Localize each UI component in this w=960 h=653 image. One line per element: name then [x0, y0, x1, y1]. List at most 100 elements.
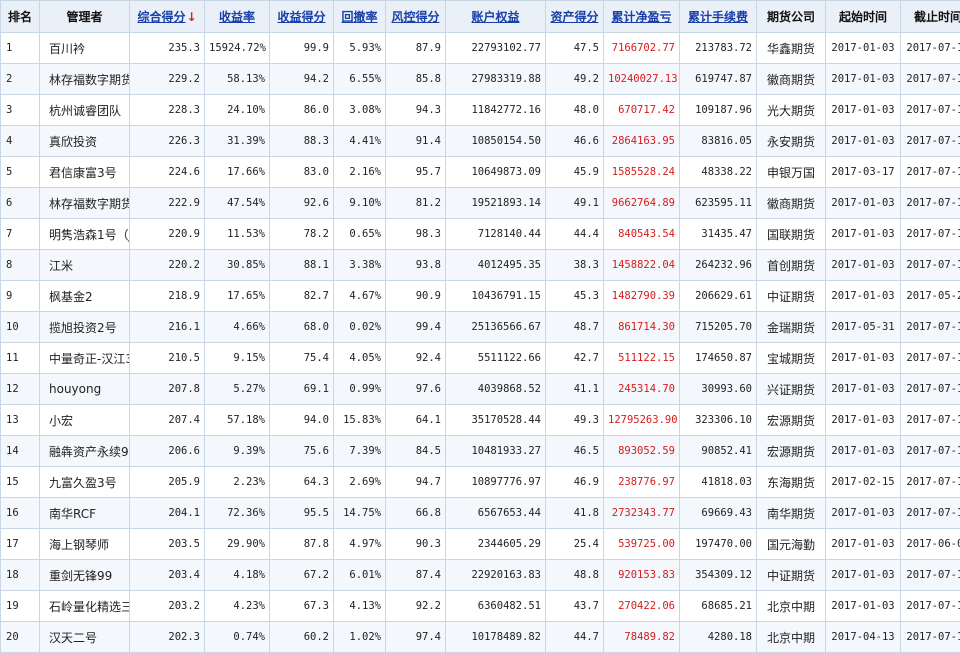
table-row[interactable]: 20汉天二号202.30.74%60.21.02%97.410178489.82… [1, 622, 960, 653]
table-row[interactable]: 9枫基金2218.917.65%82.74.67%90.910436791.15… [1, 281, 960, 312]
cell-composite-score: 204.1 [130, 498, 205, 529]
cell-return-rate: 72.36% [205, 498, 270, 529]
cell-manager: 小宏 [40, 405, 130, 436]
cell-fees: 68685.21 [680, 591, 757, 622]
table-row[interactable]: 8江米220.230.85%88.13.38%93.84012495.3538.… [1, 250, 960, 281]
cell-return-rate: 0.74% [205, 622, 270, 653]
cell-end-date: 2017-07-18 [901, 467, 960, 498]
cell-asset-score: 48.0 [546, 95, 604, 126]
cell-start-date: 2017-01-03 [826, 436, 901, 467]
cell-fees: 41818.03 [680, 467, 757, 498]
table-row[interactable]: 7明隽浩森1号（J220.911.53%78.20.65%98.37128140… [1, 219, 960, 250]
cell-futures-company: 北京中期 [757, 622, 826, 653]
table-row[interactable]: 3杭州诚睿团队228.324.10%86.03.08%94.311842772.… [1, 95, 960, 126]
table-row[interactable]: 13小宏207.457.18%94.015.83%64.135170528.44… [1, 405, 960, 436]
header-fees[interactable]: 累计手续费 [680, 1, 757, 33]
cell-drawdown: 5.93% [334, 33, 386, 64]
table-row[interactable]: 6林存福数字期货222.947.54%92.69.10%81.219521893… [1, 188, 960, 219]
cell-manager: 百川衿 [40, 33, 130, 64]
table-row[interactable]: 15九富久盈3号205.92.23%64.32.69%94.710897776.… [1, 467, 960, 498]
cell-composite-score: 206.6 [130, 436, 205, 467]
cell-net-profit: 920153.83 [604, 560, 680, 591]
cell-end-date: 2017-07-18 [901, 188, 960, 219]
cell-return-score: 92.6 [270, 188, 334, 219]
cell-net-profit: 1458822.04 [604, 250, 680, 281]
table-row[interactable]: 16南华RCF204.172.36%95.514.75%66.86567653.… [1, 498, 960, 529]
table-row[interactable]: 17海上钢琴师203.529.90%87.84.97%90.32344605.2… [1, 529, 960, 560]
cell-manager: 揽旭投资2号 [40, 312, 130, 343]
cell-fees: 109187.96 [680, 95, 757, 126]
cell-drawdown: 4.13% [334, 591, 386, 622]
cell-composite-score: 202.3 [130, 622, 205, 653]
cell-asset-score: 49.2 [546, 64, 604, 95]
cell-rank: 4 [1, 126, 40, 157]
cell-net-profit: 10240027.13 [604, 64, 680, 95]
cell-risk-score: 97.4 [386, 622, 446, 653]
cell-futures-company: 宏源期货 [757, 436, 826, 467]
cell-drawdown: 3.08% [334, 95, 386, 126]
header-composite-score[interactable]: 综合得分↓ [130, 1, 205, 33]
cell-start-date: 2017-01-03 [826, 405, 901, 436]
header-asset-score[interactable]: 资产得分 [546, 1, 604, 33]
cell-start-date: 2017-01-03 [826, 343, 901, 374]
table-row[interactable]: 19石岭量化精选三203.24.23%67.34.13%92.26360482.… [1, 591, 960, 622]
cell-start-date: 2017-04-13 [826, 622, 901, 653]
cell-rank: 6 [1, 188, 40, 219]
cell-start-date: 2017-05-31 [826, 312, 901, 343]
cell-end-date: 2017-07-18 [901, 126, 960, 157]
cell-start-date: 2017-01-03 [826, 188, 901, 219]
cell-end-date: 2017-06-09 [901, 529, 960, 560]
cell-return-rate: 17.66% [205, 157, 270, 188]
cell-fees: 31435.47 [680, 219, 757, 250]
header-risk-score[interactable]: 风控得分 [386, 1, 446, 33]
table-row[interactable]: 4真欣投资226.331.39%88.34.41%91.410850154.50… [1, 126, 960, 157]
cell-asset-score: 44.7 [546, 622, 604, 653]
cell-start-date: 2017-03-17 [826, 157, 901, 188]
cell-futures-company: 宝城期货 [757, 343, 826, 374]
table-row[interactable]: 12houyong207.85.27%69.10.99%97.64039868.… [1, 374, 960, 405]
header-equity[interactable]: 账户权益 [446, 1, 546, 33]
cell-drawdown: 7.39% [334, 436, 386, 467]
cell-return-score: 69.1 [270, 374, 334, 405]
table-row[interactable]: 18重剑无锋99203.44.18%67.26.01%87.422920163.… [1, 560, 960, 591]
cell-futures-company: 北京中期 [757, 591, 826, 622]
cell-return-score: 82.7 [270, 281, 334, 312]
cell-manager: 江米 [40, 250, 130, 281]
cell-composite-score: 203.4 [130, 560, 205, 591]
cell-net-profit: 840543.54 [604, 219, 680, 250]
header-drawdown[interactable]: 回撤率 [334, 1, 386, 33]
cell-start-date: 2017-02-15 [826, 467, 901, 498]
cell-drawdown: 15.83% [334, 405, 386, 436]
table-row[interactable]: 5君信康富3号224.617.66%83.02.16%95.710649873.… [1, 157, 960, 188]
table-row[interactable]: 14融犇资产永续99206.69.39%75.67.39%84.51048193… [1, 436, 960, 467]
cell-drawdown: 6.01% [334, 560, 386, 591]
header-return-score[interactable]: 收益得分 [270, 1, 334, 33]
cell-fees: 323306.10 [680, 405, 757, 436]
cell-risk-score: 99.4 [386, 312, 446, 343]
cell-fees: 4280.18 [680, 622, 757, 653]
cell-return-score: 60.2 [270, 622, 334, 653]
cell-start-date: 2017-01-03 [826, 529, 901, 560]
cell-drawdown: 1.02% [334, 622, 386, 653]
table-row[interactable]: 2林存福数字期货229.258.13%94.26.55%85.827983319… [1, 64, 960, 95]
cell-risk-score: 95.7 [386, 157, 446, 188]
table-row[interactable]: 10揽旭投资2号216.14.66%68.00.02%99.425136566.… [1, 312, 960, 343]
cell-return-rate: 57.18% [205, 405, 270, 436]
header-return-rate[interactable]: 收益率 [205, 1, 270, 33]
cell-composite-score: 224.6 [130, 157, 205, 188]
table-row[interactable]: 1百川衿235.315924.72%99.95.93%87.922793102.… [1, 33, 960, 64]
cell-return-score: 94.0 [270, 405, 334, 436]
cell-risk-score: 93.8 [386, 250, 446, 281]
cell-asset-score: 49.1 [546, 188, 604, 219]
cell-equity: 6567653.44 [446, 498, 546, 529]
cell-futures-company: 徽商期货 [757, 64, 826, 95]
cell-net-profit: 1482790.39 [604, 281, 680, 312]
cell-rank: 18 [1, 560, 40, 591]
table-row[interactable]: 11中量奇正-汉江3210.59.15%75.44.05%92.45511122… [1, 343, 960, 374]
cell-rank: 13 [1, 405, 40, 436]
cell-asset-score: 43.7 [546, 591, 604, 622]
cell-futures-company: 中证期货 [757, 281, 826, 312]
cell-drawdown: 0.02% [334, 312, 386, 343]
header-net-profit[interactable]: 累计净盈亏 [604, 1, 680, 33]
cell-futures-company: 永安期货 [757, 126, 826, 157]
